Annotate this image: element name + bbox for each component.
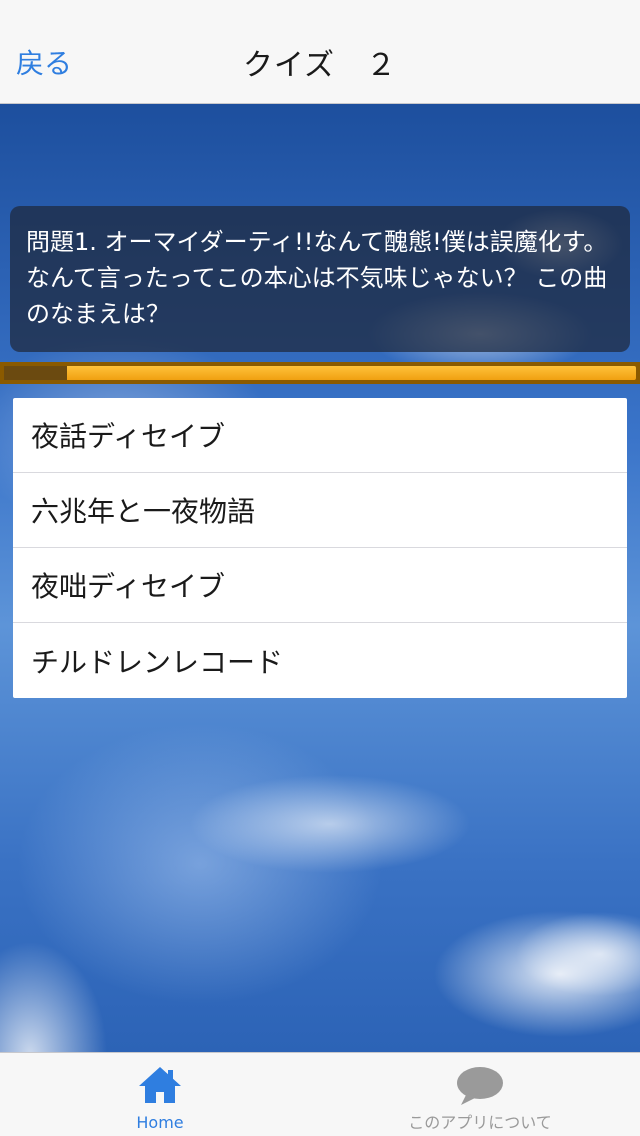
answer-option-2[interactable]: 六兆年と一夜物語 xyxy=(13,473,627,548)
tab-home-label: Home xyxy=(136,1113,184,1132)
progress-fill xyxy=(4,366,67,380)
navigation-bar: 戻る クイズ ２ xyxy=(0,0,640,104)
progress-track xyxy=(4,366,636,380)
question-text: 問題1. オーマイダーティ!!なんて醜態!僕は誤魔化す。なんて言ったってこの本心… xyxy=(26,228,608,328)
speech-bubble-icon xyxy=(455,1065,505,1111)
answer-option-3[interactable]: 夜咄ディセイブ xyxy=(13,548,627,623)
home-icon xyxy=(137,1065,183,1109)
answer-option-1[interactable]: 夜話ディセイブ xyxy=(13,398,627,473)
progress-bar xyxy=(0,362,640,384)
tab-home[interactable]: Home xyxy=(0,1053,320,1136)
answer-list: 夜話ディセイブ 六兆年と一夜物語 夜咄ディセイブ チルドレンレコード xyxy=(13,398,627,698)
question-box: 問題1. オーマイダーティ!!なんて醜態!僕は誤魔化す。なんて言ったってこの本心… xyxy=(10,206,630,352)
tab-bar: Home このアプリについて xyxy=(0,1052,640,1136)
tab-about[interactable]: このアプリについて xyxy=(320,1053,640,1136)
tab-about-label: このアプリについて xyxy=(408,1113,552,1132)
page-title: クイズ ２ xyxy=(242,48,398,83)
answer-option-4[interactable]: チルドレンレコード xyxy=(13,623,627,698)
